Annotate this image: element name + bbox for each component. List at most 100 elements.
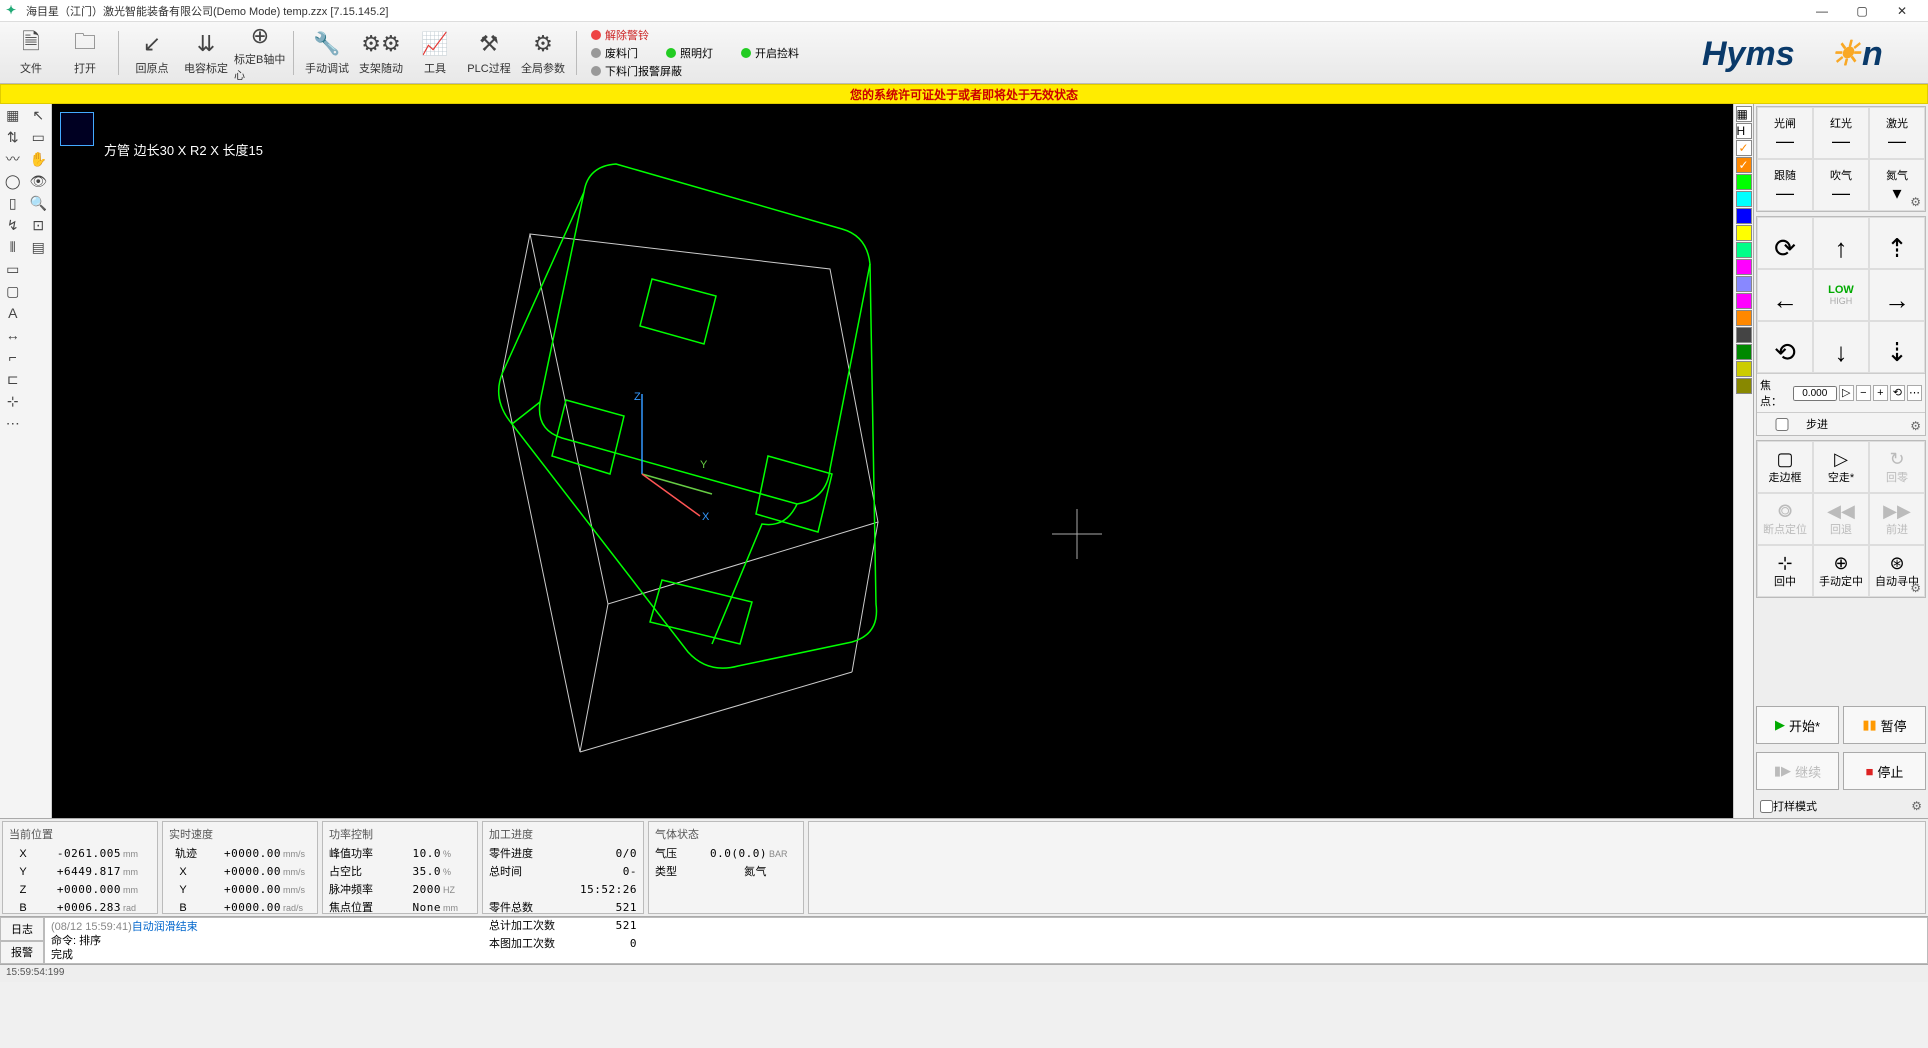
file-button[interactable]: 🗎文件: [5, 24, 57, 82]
dry-run-button[interactable]: ▷空走*: [1813, 441, 1869, 493]
alarm-tab[interactable]: 报警: [0, 941, 44, 965]
clear-alarm-button[interactable]: 解除警铃: [591, 27, 799, 43]
support-button[interactable]: ⚙⚙支架随动: [355, 24, 407, 82]
tool-button[interactable]: 📈工具: [409, 24, 461, 82]
gray-swatch[interactable]: [1736, 327, 1752, 343]
stop-button[interactable]: ■停止: [1843, 752, 1926, 790]
teal-swatch[interactable]: [1736, 242, 1752, 258]
open-button[interactable]: 🗀打开: [59, 24, 111, 82]
pause-button[interactable]: ▮▮暂停: [1843, 706, 1926, 744]
frame-button[interactable]: ▢走边框: [1757, 441, 1813, 493]
fit-tool[interactable]: ⊡: [26, 214, 52, 236]
z-down-button[interactable]: ⇣: [1869, 321, 1925, 373]
focus-reset[interactable]: ⟲: [1890, 385, 1905, 401]
shutter-button[interactable]: 光闸—: [1757, 107, 1813, 159]
swatch-check[interactable]: ✓: [1736, 140, 1752, 156]
pan-tool[interactable]: ✋: [26, 148, 52, 170]
sample-checkbox[interactable]: [1760, 800, 1773, 813]
select-tool[interactable]: ▭: [26, 126, 52, 148]
dgreen-swatch[interactable]: [1736, 344, 1752, 360]
pointer-tool[interactable]: ↖: [26, 104, 52, 126]
continue-button[interactable]: ▮▶继续: [1756, 752, 1839, 790]
circle-tool[interactable]: ◯: [0, 170, 26, 192]
swatch-hi[interactable]: H: [1736, 123, 1752, 139]
text-tool[interactable]: A: [0, 302, 26, 324]
speed-toggle[interactable]: LOWHIGH: [1813, 269, 1869, 321]
violet-swatch[interactable]: [1736, 276, 1752, 292]
blank-tool-8[interactable]: [26, 412, 52, 434]
grid-tool[interactable]: ▦: [0, 104, 26, 126]
blank-tool-4[interactable]: [26, 324, 52, 346]
blank-tool-1[interactable]: [26, 258, 52, 280]
gear-icon-2[interactable]: ⚙: [1910, 419, 1921, 433]
rect-tool[interactable]: ▯: [0, 192, 26, 214]
page-tool[interactable]: ▭: [0, 258, 26, 280]
b-axis-button[interactable]: ⊕标定B轴中心: [234, 24, 286, 82]
blank-tool-3[interactable]: [26, 302, 52, 324]
misc-tool[interactable]: ⋯: [0, 412, 26, 434]
focus-go[interactable]: ▷: [1839, 385, 1854, 401]
maximize-button[interactable]: ▢: [1842, 1, 1882, 21]
focus-more[interactable]: ⋯: [1907, 385, 1922, 401]
gear-icon-4[interactable]: ⚙: [1911, 799, 1922, 813]
rewind-button[interactable]: ◀◀回退: [1813, 493, 1869, 545]
home-button[interactable]: ↙回原点: [126, 24, 178, 82]
blank-tool-6[interactable]: [26, 368, 52, 390]
curve-tool[interactable]: 〰: [0, 148, 26, 170]
cap-cal-button[interactable]: ⇊电容标定: [180, 24, 232, 82]
log-tab[interactable]: 日志: [0, 917, 44, 941]
olive-swatch[interactable]: [1736, 361, 1752, 377]
dolive-swatch[interactable]: [1736, 378, 1752, 394]
minimize-button[interactable]: —: [1802, 1, 1842, 21]
zoom-tool[interactable]: 🔍: [26, 192, 52, 214]
blue-swatch[interactable]: [1736, 208, 1752, 224]
viewport-3d[interactable]: 方管 边长30 X R2 X 长度15 Z: [52, 104, 1733, 818]
z-up-button[interactable]: ⇡: [1869, 217, 1925, 269]
magenta-swatch[interactable]: [1736, 259, 1752, 275]
blow-button[interactable]: 吹气—: [1813, 159, 1869, 211]
focus-minus[interactable]: −: [1856, 385, 1871, 401]
corner-tool[interactable]: ⌐: [0, 346, 26, 368]
close-button[interactable]: ✕: [1882, 1, 1922, 21]
yellow-swatch[interactable]: [1736, 225, 1752, 241]
green-swatch[interactable]: [1736, 174, 1752, 190]
focus-input[interactable]: [1793, 386, 1837, 401]
breakpoint-button[interactable]: ⭗断点定位: [1757, 493, 1813, 545]
eye-tool[interactable]: 👁: [26, 170, 52, 192]
left-button[interactable]: ←: [1757, 269, 1813, 321]
path-tool[interactable]: ↯: [0, 214, 26, 236]
gear-icon[interactable]: ⚙: [1910, 195, 1921, 209]
white-swatch[interactable]: ▦: [1736, 106, 1752, 122]
blank-tool-5[interactable]: [26, 346, 52, 368]
forward-button[interactable]: ▶▶前进: [1869, 493, 1925, 545]
sort-tool[interactable]: ⇅: [0, 126, 26, 148]
frame-tool[interactable]: ▢: [0, 280, 26, 302]
rotate-ccw-button[interactable]: ⟲: [1757, 321, 1813, 373]
dim-tool[interactable]: ↔: [0, 324, 26, 346]
zero-button[interactable]: ↻回零: [1869, 441, 1925, 493]
manual-button[interactable]: 🔧手动调试: [301, 24, 353, 82]
manual-center-button[interactable]: ⊕手动定中: [1813, 545, 1869, 597]
focus-plus[interactable]: +: [1873, 385, 1888, 401]
pink-swatch[interactable]: [1736, 293, 1752, 309]
gear-icon-3[interactable]: ⚙: [1910, 581, 1921, 595]
center-button[interactable]: ⊹回中: [1757, 545, 1813, 597]
laser-button[interactable]: 激光—: [1869, 107, 1925, 159]
orange-swatch[interactable]: [1736, 310, 1752, 326]
plc-button[interactable]: ⚒PLC过程: [463, 24, 515, 82]
follow-button[interactable]: 跟随—: [1757, 159, 1813, 211]
rotate-cw-button[interactable]: ⟳: [1757, 217, 1813, 269]
layer-tool[interactable]: ▤: [26, 236, 52, 258]
center-tool[interactable]: ⊹: [0, 390, 26, 412]
right-button[interactable]: →: [1869, 269, 1925, 321]
start-button[interactable]: ▶开始*: [1756, 706, 1839, 744]
align-tool[interactable]: ⊏: [0, 368, 26, 390]
red-light-button[interactable]: 红光—: [1813, 107, 1869, 159]
blank-tool-2[interactable]: [26, 280, 52, 302]
up-button[interactable]: ↑: [1813, 217, 1869, 269]
array-tool[interactable]: ⫴: [0, 236, 26, 258]
blank-tool-7[interactable]: [26, 390, 52, 412]
cyan-swatch[interactable]: [1736, 191, 1752, 207]
swatch-check2[interactable]: ✓: [1736, 157, 1752, 173]
global-button[interactable]: ⚙全局参数: [517, 24, 569, 82]
